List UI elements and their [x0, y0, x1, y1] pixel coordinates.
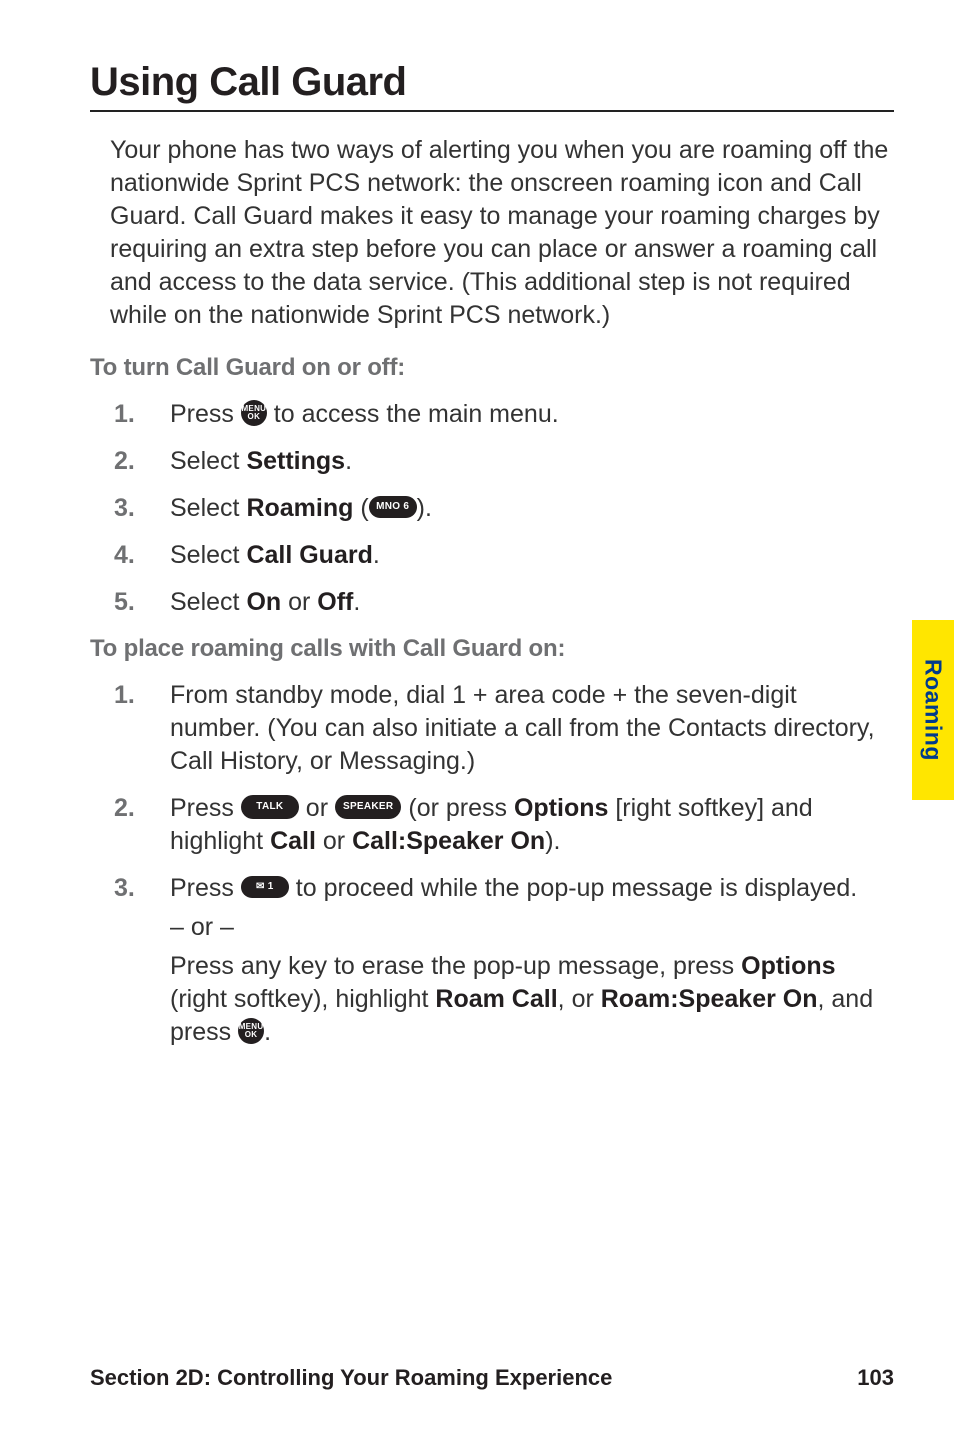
- steps-list-2: From standby mode, dial 1 + area code + …: [114, 679, 894, 1049]
- footer-section-label: Section 2D: Controlling Your Roaming Exp…: [90, 1365, 612, 1391]
- steps-list-1: Press MENUOK to access the main menu. Se…: [114, 398, 894, 619]
- step-text: .: [345, 447, 352, 475]
- bold-term: Roam:Speaker On: [601, 985, 818, 1013]
- step-text: (: [353, 494, 368, 522]
- step-text: ).: [417, 494, 432, 522]
- step-text: Select: [170, 541, 246, 569]
- step-text: .: [353, 588, 360, 616]
- bold-term: Off: [317, 588, 353, 616]
- list-item: Select On or Off.: [114, 586, 894, 619]
- list-item: Select Settings.: [114, 445, 894, 478]
- step-text: or: [316, 827, 352, 855]
- subhead-place-calls: To place roaming calls with Call Guard o…: [90, 635, 894, 663]
- page-footer: Section 2D: Controlling Your Roaming Exp…: [90, 1365, 894, 1391]
- bold-term: Options: [741, 952, 835, 980]
- list-item: From standby mode, dial 1 + area code + …: [114, 679, 894, 778]
- speaker-key-icon: SPEAKER: [335, 795, 401, 819]
- step-text: Select: [170, 588, 246, 616]
- page-title: Using Call Guard: [90, 60, 894, 104]
- bold-term: Options: [514, 794, 608, 822]
- step-text: Press any key to erase the pop-up messag…: [170, 952, 741, 980]
- subhead-turn-on-off: To turn Call Guard on or off:: [90, 354, 894, 382]
- section-tab: Roaming: [912, 620, 954, 800]
- step-text: , or: [558, 985, 601, 1013]
- step-text: ).: [545, 827, 560, 855]
- step-text: to access the main menu.: [267, 400, 559, 428]
- talk-key-icon: TALK: [241, 795, 299, 819]
- mail1-key-icon: ✉ 1: [241, 876, 289, 898]
- bold-term: Roam Call: [435, 985, 557, 1013]
- step-text: to proceed while the pop-up message is d…: [289, 874, 857, 902]
- list-item: Select Call Guard.: [114, 539, 894, 572]
- bold-term: Call:Speaker On: [352, 827, 545, 855]
- footer-page-number: 103: [857, 1365, 894, 1391]
- menu-ok-icon: MENUOK: [241, 400, 267, 426]
- step-text: .: [373, 541, 380, 569]
- step-text: or: [299, 794, 335, 822]
- menu-ok-icon: MENUOK: [238, 1018, 264, 1044]
- step-text: (right softkey), highlight: [170, 985, 435, 1013]
- or-separator: – or –: [170, 911, 894, 944]
- list-item: Press ✉ 1 to proceed while the pop-up me…: [114, 872, 894, 1049]
- step-text: Press: [170, 400, 241, 428]
- step-text: .: [264, 1018, 271, 1046]
- list-item: Press TALK or SPEAKER (or press Options …: [114, 792, 894, 858]
- list-item: Press MENUOK to access the main menu.: [114, 398, 894, 431]
- mno6-key-icon: MNO 6: [369, 496, 417, 518]
- intro-paragraph: Your phone has two ways of alerting you …: [110, 134, 894, 332]
- step-text: From standby mode, dial 1 + area code + …: [170, 681, 875, 775]
- step-text: Select: [170, 494, 246, 522]
- title-rule: [90, 110, 894, 112]
- step-text: or: [281, 588, 317, 616]
- bold-term: Settings: [246, 447, 345, 475]
- bold-term: Call: [270, 827, 316, 855]
- step-text: (or press: [401, 794, 514, 822]
- step-text: Press: [170, 874, 241, 902]
- bold-term: Roaming: [246, 494, 353, 522]
- bold-term: On: [246, 588, 281, 616]
- step-text: Select: [170, 447, 246, 475]
- list-item: Select Roaming (MNO 6).: [114, 492, 894, 525]
- section-tab-label: Roaming: [920, 659, 947, 761]
- bold-term: Call Guard: [246, 541, 372, 569]
- step-text: Press: [170, 794, 241, 822]
